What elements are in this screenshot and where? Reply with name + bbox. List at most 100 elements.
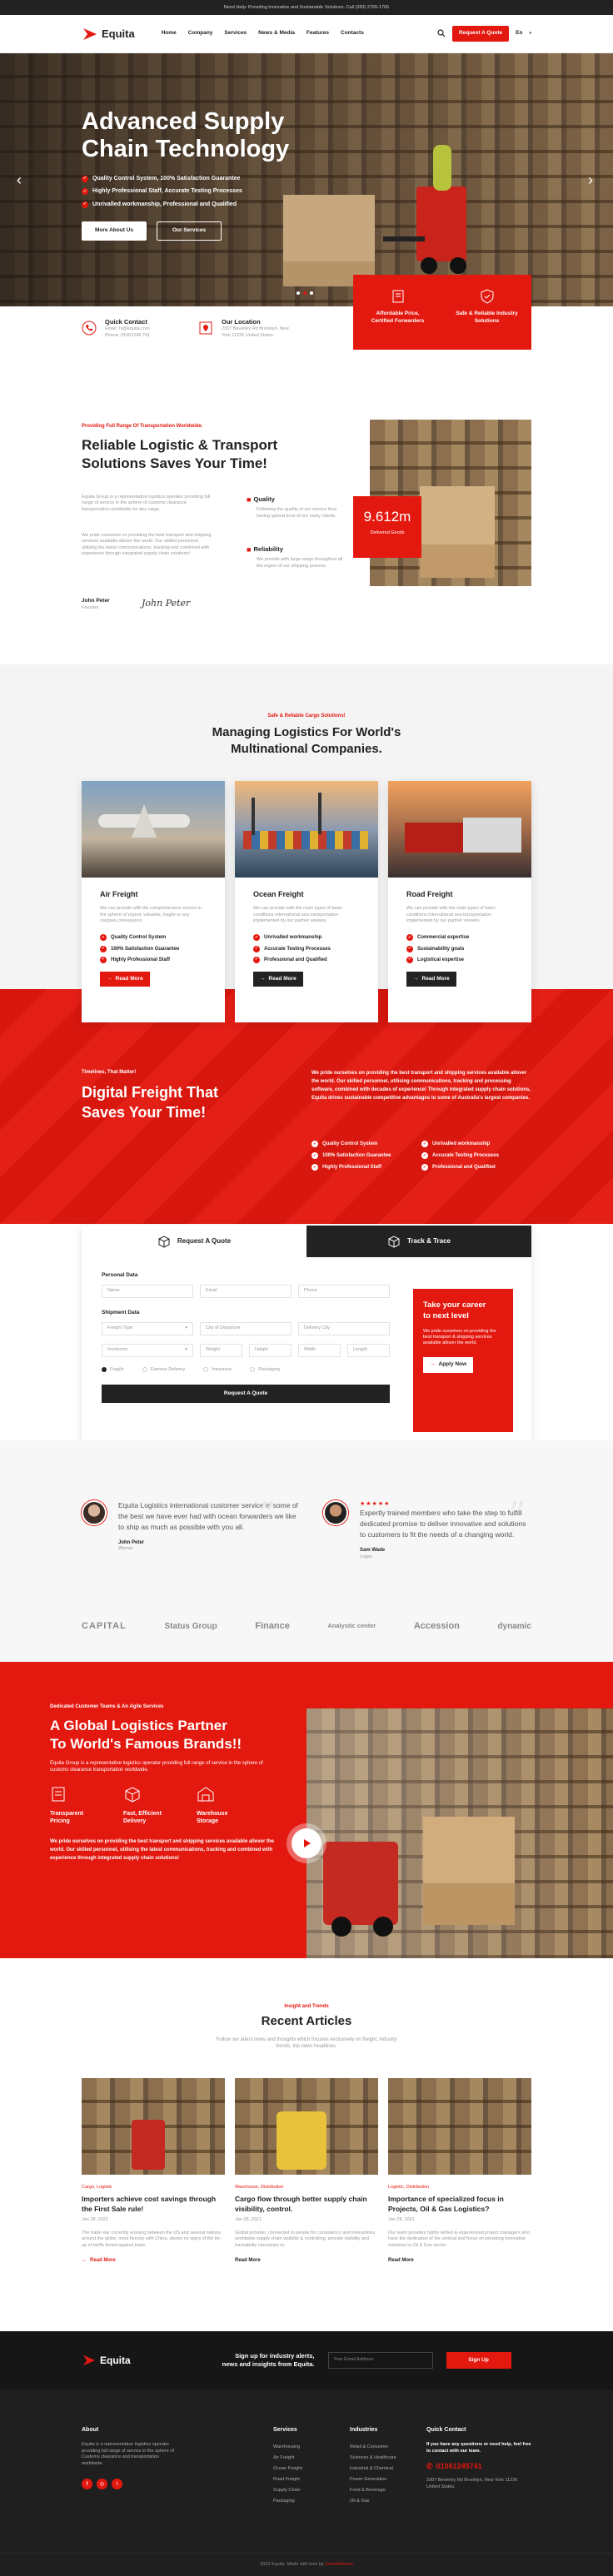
option-fragile[interactable]: Fragile bbox=[102, 1367, 124, 1373]
city-departure-field[interactable]: City of Departure bbox=[200, 1321, 292, 1335]
read-more-link[interactable]: → Read More bbox=[82, 2257, 225, 2264]
quick-contact-email: Email: hi@equita.com bbox=[105, 326, 150, 332]
nav-company[interactable]: Company bbox=[188, 30, 213, 37]
reliability-title: Reliability bbox=[253, 545, 283, 553]
footer-logo[interactable]: Equita bbox=[82, 2353, 131, 2368]
read-more-button[interactable]: → Read More bbox=[406, 971, 456, 987]
footer-link[interactable]: Air Freight bbox=[273, 2453, 302, 2464]
footer-phone[interactable]: ✆ 01061245741 bbox=[426, 2461, 531, 2471]
arrow-right-icon: → bbox=[260, 975, 266, 982]
logo[interactable]: Equita bbox=[82, 26, 135, 42]
name-placeholder: Name bbox=[107, 1288, 120, 1294]
footer-link[interactable]: Industrial & Chemical bbox=[350, 2464, 396, 2474]
option-insurance[interactable]: Insurance bbox=[203, 1367, 232, 1373]
copyright-link[interactable]: Zoheirthemes bbox=[325, 2562, 353, 2567]
nav-news[interactable]: News & Media bbox=[258, 30, 295, 37]
article-title[interactable]: Importers achieve cost savings through t… bbox=[82, 2194, 225, 2214]
tab-track-trace[interactable]: Track & Trace bbox=[306, 1226, 531, 1257]
incoterms-select[interactable]: Incoterms ▾ bbox=[102, 1343, 193, 1357]
sign-up-button[interactable]: Sign Up bbox=[446, 2352, 511, 2369]
testimonial-name: Sam Wade bbox=[360, 1548, 386, 1554]
option-packaging[interactable]: Packaging bbox=[250, 1367, 280, 1373]
slide-dot[interactable] bbox=[303, 291, 306, 295]
testimonial-name: John Peter bbox=[118, 1540, 145, 1545]
hero: ‹ › Advanced Supply Chain Technology ✓ Qu… bbox=[0, 53, 613, 306]
footer-link[interactable]: Packaging bbox=[273, 2496, 302, 2507]
shield-icon bbox=[481, 289, 493, 304]
footer-link[interactable]: Supply Chain bbox=[273, 2485, 302, 2496]
footer-link[interactable]: Oil & Gas bbox=[350, 2496, 396, 2507]
read-more-link[interactable]: Read More bbox=[235, 2257, 378, 2264]
footer-about: About Equita is a representative logisti… bbox=[82, 2426, 182, 2490]
service-card-title: Road Freight bbox=[406, 890, 453, 898]
freight-type-select[interactable]: Freight Type ▾ bbox=[102, 1321, 193, 1335]
article-title[interactable]: Importance of specialized focus in Proje… bbox=[388, 2194, 531, 2214]
language-select[interactable]: En bbox=[516, 30, 522, 37]
digital-feature: 100% Satisfaction Guarantee bbox=[322, 1153, 391, 1159]
twitter-icon[interactable]: t bbox=[112, 2479, 122, 2490]
check-icon: ✓ bbox=[311, 1164, 318, 1171]
phone-field[interactable]: Phone bbox=[298, 1284, 390, 1298]
logo-text: Equita bbox=[102, 27, 135, 40]
footer-phone-number: 01061245741 bbox=[436, 2462, 482, 2471]
read-more-link[interactable]: Read More bbox=[388, 2257, 531, 2264]
footer-link[interactable]: Retail & Consumer bbox=[350, 2442, 396, 2453]
weight-field[interactable]: Weight bbox=[200, 1343, 242, 1357]
footer-link[interactable]: Food & Beverage bbox=[350, 2485, 396, 2496]
footer-link[interactable]: Ocean Freight bbox=[273, 2464, 302, 2474]
footer-link[interactable]: Power Generation bbox=[350, 2474, 396, 2485]
partner-text: Equita Group is a representative logisti… bbox=[50, 1761, 263, 1773]
apply-now-button[interactable]: → Apply Now bbox=[423, 1356, 474, 1373]
digital-feature: Quality Control System bbox=[322, 1141, 378, 1146]
slide-dot[interactable] bbox=[310, 291, 313, 295]
reliability-text: We provide with large range throughout a… bbox=[257, 557, 343, 569]
read-more-button[interactable]: → Read More bbox=[253, 971, 303, 987]
tab-request-quote[interactable]: Request A Quote bbox=[82, 1226, 306, 1257]
request-quote-button[interactable]: Request A Quote bbox=[451, 26, 510, 42]
more-about-us-button[interactable]: More About Us bbox=[82, 221, 147, 241]
article-title[interactable]: Cargo flow through better supply chain v… bbox=[235, 2194, 378, 2214]
nav-home[interactable]: Home bbox=[162, 30, 177, 37]
hero-prev-arrow[interactable]: ‹ bbox=[17, 170, 22, 190]
option-express[interactable]: Express Delivery bbox=[142, 1367, 185, 1373]
width-field[interactable]: Width bbox=[298, 1343, 341, 1357]
article-card[interactable]: Logistic, Distribution Importance of spe… bbox=[388, 2078, 531, 2264]
slide-dot[interactable] bbox=[297, 291, 300, 295]
our-services-button[interactable]: Our Services bbox=[156, 221, 222, 241]
newsletter-email-input[interactable]: Your Email Address bbox=[327, 2352, 433, 2369]
play-button[interactable] bbox=[292, 1828, 321, 1858]
length-field[interactable]: Length bbox=[347, 1343, 390, 1357]
email-field[interactable]: Email bbox=[200, 1284, 292, 1298]
service-card-title: Air Freight bbox=[100, 890, 138, 898]
footer: Equita Sign up for industry alerts, news… bbox=[0, 2331, 613, 2576]
hero-next-arrow[interactable]: › bbox=[588, 170, 593, 190]
footer-link[interactable]: Sciences & Healthcare bbox=[350, 2453, 396, 2464]
facebook-icon[interactable]: f bbox=[82, 2479, 92, 2490]
about-section: Providing Full Range Of Transportation W… bbox=[0, 356, 613, 664]
read-more-button[interactable]: → Read More bbox=[100, 971, 150, 987]
hero-content: Advanced Supply Chain Technology ✓ Qualit… bbox=[82, 108, 431, 241]
footer-copyright: 2022 Equita. Made with love by Zoheirthe… bbox=[0, 2553, 613, 2568]
map-icon bbox=[199, 321, 212, 335]
service-feature: Sustainability goals bbox=[417, 946, 465, 952]
nav-services[interactable]: Services bbox=[224, 30, 247, 37]
article-card[interactable]: Warehouse, Distribution Cargo flow throu… bbox=[235, 2078, 378, 2264]
nav-features[interactable]: Features bbox=[306, 30, 329, 37]
location-line2: York 11226 United States. bbox=[222, 332, 275, 338]
nav-contacts[interactable]: Contacts bbox=[341, 30, 364, 37]
shipment-data-label: Shipment Data bbox=[102, 1309, 140, 1315]
footer-link[interactable]: Road Freight bbox=[273, 2474, 302, 2485]
search-icon[interactable] bbox=[437, 29, 446, 37]
footer-link[interactable]: Warehousing bbox=[273, 2442, 302, 2453]
logo-icon bbox=[82, 2355, 96, 2366]
radio-icon bbox=[142, 1367, 147, 1373]
check-icon: ✓ bbox=[82, 175, 88, 182]
instagram-icon[interactable]: ◎ bbox=[97, 2479, 107, 2490]
name-field[interactable]: Name bbox=[102, 1284, 193, 1298]
article-card[interactable]: Cargo, Logistic Importers achieve cost s… bbox=[82, 2078, 225, 2264]
delivery-city-field[interactable]: Delivery City bbox=[298, 1321, 390, 1335]
footer-about-title: About bbox=[82, 2427, 99, 2433]
height-field[interactable]: Height bbox=[249, 1343, 292, 1357]
brand-logo: Accession bbox=[413, 1621, 460, 1631]
submit-quote-button[interactable]: Request A Quote bbox=[102, 1384, 390, 1403]
